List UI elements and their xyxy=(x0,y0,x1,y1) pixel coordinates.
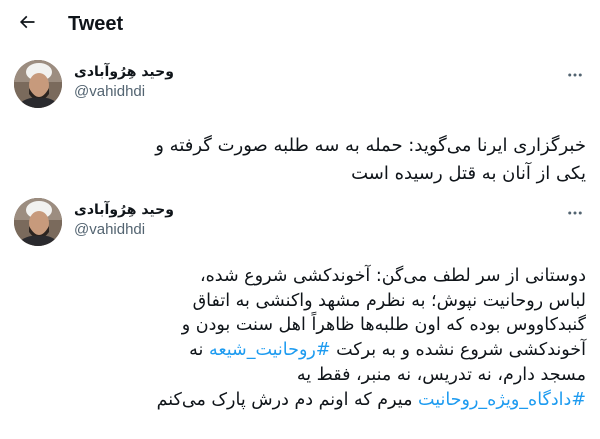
more-horizontal-icon xyxy=(566,66,584,88)
display-name[interactable]: وحید هِرُوآبادی xyxy=(74,200,174,220)
more-options-button[interactable] xyxy=(564,66,586,88)
hashtag-link[interactable]: #روحانیت_شیعه xyxy=(209,340,331,360)
tweet-text-segment: میرم که اونم دم درش پارک می‌کنم xyxy=(156,389,419,410)
tweet-text: خبرگزاری ایرنا می‌گوید: حمله به سه طلبه … xyxy=(14,132,586,188)
tweet-text-line: یکی از آنان به قتل رسیده است xyxy=(351,163,586,184)
tweet-author-row: وحید هِرُوآبادی @vahidhdi xyxy=(0,60,600,116)
avatar[interactable] xyxy=(14,198,62,246)
tweet-text-line: لباس روحانیت نپوش؛ به نظرم مشهد واکنشی ب… xyxy=(192,290,586,311)
quoted-tweet-text: دوستانی از سر لطف می‌گن: آخوندکشی شروع ش… xyxy=(14,264,586,412)
tweet-text-line: دوستانی از سر لطف می‌گن: آخوندکشی شروع ش… xyxy=(199,266,586,286)
display-name[interactable]: وحید هِرُوآبادی xyxy=(74,62,174,82)
avatar[interactable] xyxy=(14,60,62,108)
arrow-left-icon xyxy=(17,12,37,36)
more-options-button[interactable] xyxy=(564,204,586,226)
author-names: وحید هِرُوآبادی @vahidhdi xyxy=(74,200,174,240)
tweet-text-segment: آخوندکشی شروع نشده و به برکت xyxy=(330,340,586,361)
tweet-text-line: #دادگاه_ویژه_روحانیت میرم که اونم دم درش… xyxy=(14,388,586,413)
more-horizontal-icon xyxy=(566,204,584,226)
tweet-text-line: خبرگزاری ایرنا می‌گوید: حمله به سه طلبه … xyxy=(155,135,586,156)
tweet-text-line: گنبدکاووس بوده که اون طلبه‌ها ظاهراً اهل… xyxy=(181,315,586,336)
user-handle[interactable]: @vahidhdi xyxy=(74,220,174,240)
tweet-text-line: آخوندکشی شروع نشده و به برکت #روحانیت_شی… xyxy=(14,338,586,363)
user-handle[interactable]: @vahidhdi xyxy=(74,82,174,102)
hashtag-link[interactable]: #دادگاه_ویژه_روحانیت xyxy=(418,390,586,410)
quoted-author-row: وحید هِرُوآبادی @vahidhdi xyxy=(0,198,600,254)
author-names: وحید هِرُوآبادی @vahidhdi xyxy=(74,62,174,102)
back-button[interactable] xyxy=(10,7,44,41)
top-bar: Tweet xyxy=(0,0,600,48)
tweet-text-segment: نه xyxy=(189,340,209,361)
page-title: Tweet xyxy=(68,13,124,35)
tweet-text-line: مسجد دارم، نه تدریس، نه منبر، فقط یه xyxy=(296,364,586,385)
